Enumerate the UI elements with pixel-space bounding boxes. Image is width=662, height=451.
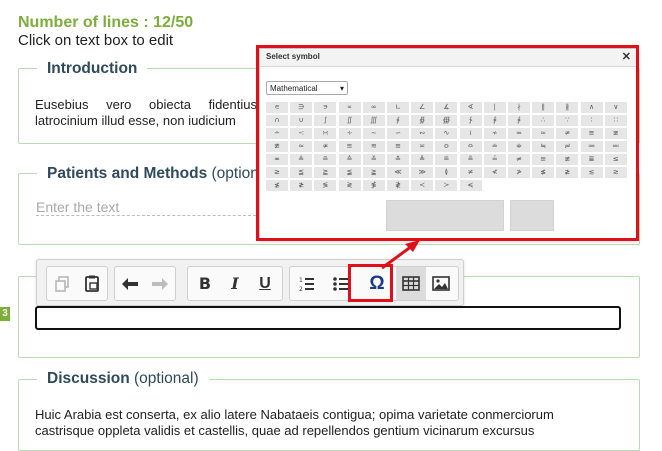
copy-icon[interactable] xyxy=(47,267,77,300)
discussion-text-line1[interactable]: Huic Arabia est conserta, ex alio latere… xyxy=(35,407,618,423)
patients-methods-title: Patients and Methods (optional) xyxy=(37,165,287,183)
clipboard-group xyxy=(46,266,108,301)
editor-toolbar: B I U 12 Ω xyxy=(36,259,464,306)
svg-text:2: 2 xyxy=(299,286,303,292)
svg-text:1: 1 xyxy=(299,277,303,284)
paste-icon[interactable] xyxy=(77,267,107,300)
bold-button[interactable]: B xyxy=(190,267,220,300)
section-number-badge: 3 xyxy=(0,307,10,321)
active-text-box[interactable] xyxy=(35,306,621,330)
edit-hint: Click on text box to edit xyxy=(18,32,174,49)
table-icon[interactable] xyxy=(396,267,426,300)
line-count: Number of lines : 12/50 xyxy=(18,14,194,31)
italic-button[interactable]: I xyxy=(220,267,250,300)
patients-methods-placeholder[interactable]: Enter the text xyxy=(36,199,256,216)
image-icon[interactable] xyxy=(426,267,456,300)
introduction-text[interactable]: Eusebius vero obiecta fidentius latrocin… xyxy=(35,97,257,131)
patients-methods-label: Patients and Methods xyxy=(47,165,208,182)
introduction-title: Introduction xyxy=(37,60,148,78)
discussion-text-line2[interactable]: castrisque oppleta validis et castellis,… xyxy=(35,423,618,439)
dialog-highlight xyxy=(256,45,639,241)
discussion-title: Discussion (optional) xyxy=(37,370,209,388)
discussion-label: Discussion xyxy=(47,370,130,387)
history-group xyxy=(114,266,176,301)
optional-label: (optional) xyxy=(134,370,199,387)
format-group: B I U xyxy=(187,266,283,301)
numbered-list-icon[interactable]: 12 xyxy=(292,267,322,300)
undo-icon[interactable] xyxy=(115,267,145,300)
redo-icon[interactable] xyxy=(145,267,175,300)
omega-highlight xyxy=(348,264,393,302)
underline-button[interactable]: U xyxy=(250,267,280,300)
